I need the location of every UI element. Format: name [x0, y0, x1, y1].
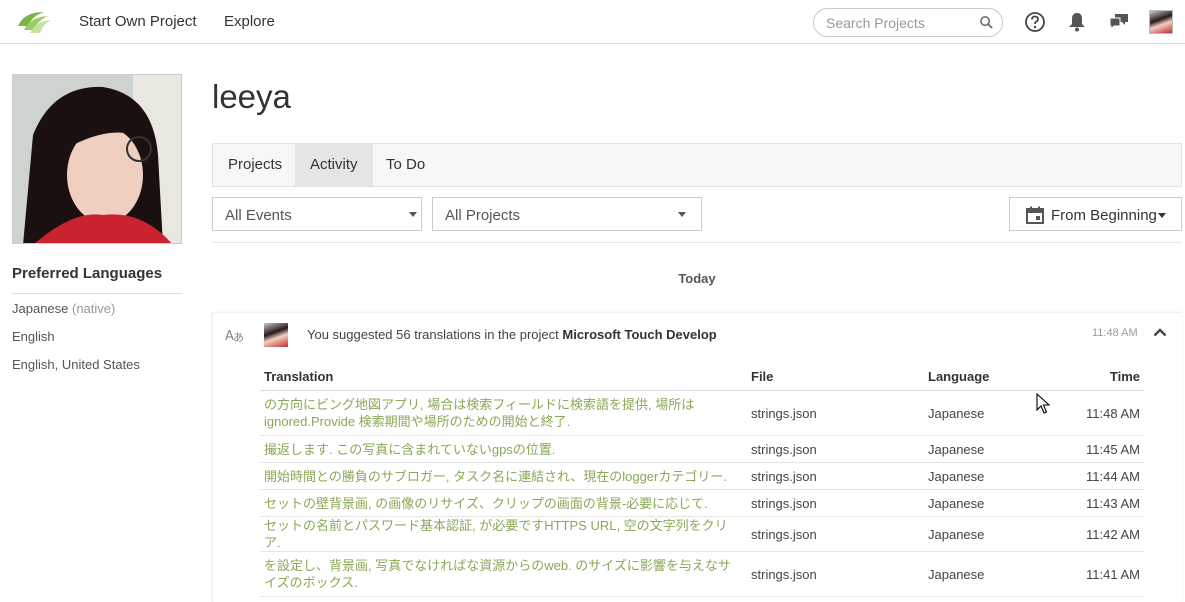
row-time: 11:44 AM [1054, 462, 1144, 490]
file-name: strings.json [747, 462, 924, 490]
table-row: 開始時間との勝負のサブロガー, タスク名に連結され、現在のloggerカテゴリー… [260, 462, 1144, 490]
date-range-button[interactable]: From Beginning [1009, 197, 1182, 231]
activity-summary: You suggested 56 translations in the pro… [307, 327, 717, 342]
row-time: 11:45 AM [1054, 435, 1144, 463]
language-name: Japanese [924, 390, 1054, 436]
translation-text[interactable]: セットの壁背景画, の画像のリサイズ、クリップの画面の背景-必要に応じて. [260, 489, 747, 517]
file-name: strings.json [747, 551, 924, 597]
svg-text:あ: あ [233, 331, 244, 344]
project-link[interactable]: Microsoft Touch Develop [562, 327, 716, 342]
user-avatar[interactable] [1149, 10, 1173, 34]
file-name: strings.json [747, 435, 924, 463]
search-input[interactable] [826, 15, 976, 31]
language-item: English [12, 329, 55, 344]
chevron-up-icon[interactable] [1153, 327, 1167, 337]
projects-filter-select[interactable]: All Projects [432, 197, 702, 231]
translate-icon: A あ [225, 329, 244, 344]
translations-table: Translation File Language Time の方向にビング地図… [260, 363, 1144, 597]
page-title-username: leeya [212, 78, 291, 115]
search-box [813, 8, 1003, 37]
language-item: English, United States [12, 357, 140, 372]
events-filter-select[interactable]: All Events [212, 197, 422, 231]
avatar[interactable] [264, 323, 288, 347]
translation-text[interactable]: を設定し、背景画, 写真でなければな資源からのweb. のサイズに影響を与えなサ… [260, 551, 747, 597]
table-row: を設定し、背景画, 写真でなければな資源からのweb. のサイズに影響を与えなサ… [260, 551, 1144, 597]
file-name: strings.json [747, 390, 924, 436]
start-own-project-link[interactable]: Start Own Project [79, 13, 197, 30]
translation-text[interactable]: セットの名前とパスワード基本認証, が必要ですHTTPS URL, 空の文字列を… [260, 516, 747, 552]
explore-link[interactable]: Explore [224, 13, 275, 30]
calendar-icon [1026, 206, 1044, 224]
language-name: Japanese [924, 489, 1054, 517]
logo-icon[interactable] [14, 8, 52, 36]
row-time: 11:48 AM [1054, 390, 1144, 436]
column-header-time: Time [1054, 363, 1144, 391]
activity-timestamp: 11:48 AM [1092, 327, 1138, 339]
file-name: strings.json [747, 516, 924, 552]
messages-icon[interactable] [1108, 11, 1130, 33]
translation-text[interactable]: の方向にビング地図アプリ, 場合は検索フィールドに検索語を提供, 場所は ign… [260, 390, 747, 436]
tab-activity[interactable]: Activity [295, 144, 373, 186]
tab-todo[interactable]: To Do [371, 144, 440, 186]
search-icon[interactable] [979, 15, 994, 30]
column-header-translation: Translation [260, 363, 747, 391]
divider [212, 242, 1182, 243]
translation-text[interactable]: 開始時間との勝負のサブロガー, タスク名に連結され、現在のloggerカテゴリー… [260, 462, 747, 490]
table-row: セットの壁背景画, の画像のリサイズ、クリップの画面の背景-必要に応じて. st… [260, 489, 1144, 517]
row-time: 11:43 AM [1054, 489, 1144, 517]
day-group-label: Today [678, 271, 716, 286]
profile-photo [12, 74, 182, 244]
language-name: Japanese [924, 462, 1054, 490]
column-header-file: File [747, 363, 924, 391]
table-row: 撮返します. この写真に含まれていないgpsの位置. strings.json … [260, 435, 1144, 463]
divider [12, 293, 182, 294]
language-item: Japanese (native) [12, 301, 116, 316]
help-icon[interactable] [1024, 11, 1046, 33]
row-time: 11:41 AM [1054, 551, 1144, 597]
language-name: Japanese [924, 435, 1054, 463]
notifications-bell-icon[interactable] [1067, 11, 1087, 33]
tab-projects[interactable]: Projects [213, 144, 297, 186]
table-row: の方向にビング地図アプリ, 場合は検索フィールドに検索語を提供, 場所は ign… [260, 390, 1144, 436]
column-header-language: Language [924, 363, 1054, 391]
profile-tabs: Projects Activity To Do [212, 143, 1182, 187]
top-navbar: Start Own Project Explore [0, 0, 1185, 44]
file-name: strings.json [747, 489, 924, 517]
language-name: Japanese [924, 516, 1054, 552]
table-header-row: Translation File Language Time [260, 363, 1144, 391]
mouse-cursor-icon [1036, 393, 1050, 414]
row-time: 11:42 AM [1054, 516, 1144, 552]
preferred-languages-heading: Preferred Languages [12, 265, 163, 282]
language-name: Japanese [924, 551, 1054, 597]
chevron-down-icon [1158, 213, 1166, 218]
chevron-down-icon [678, 212, 686, 217]
translation-text[interactable]: 撮返します. この写真に含まれていないgpsの位置. [260, 435, 747, 463]
chevron-down-icon [409, 212, 417, 217]
table-row: セットの名前とパスワード基本認証, が必要ですHTTPS URL, 空の文字列を… [260, 516, 1144, 552]
